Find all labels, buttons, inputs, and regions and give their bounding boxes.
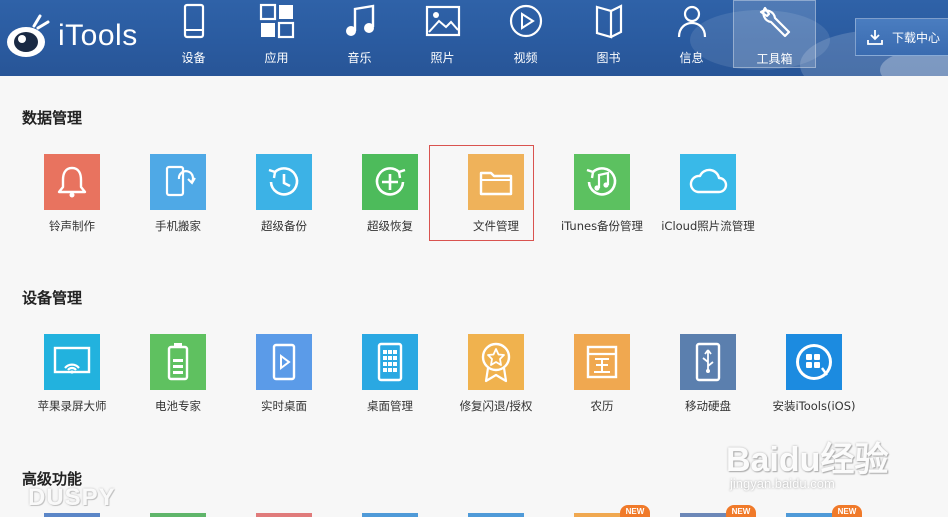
tool-label: 铃声制作 [49, 219, 95, 233]
screen-mirror-icon [44, 334, 100, 390]
nav-label: 图书 [596, 51, 621, 65]
folder-icon [468, 154, 524, 210]
download-icon [867, 30, 883, 45]
tool-label: iCloud照片流管理 [661, 219, 755, 233]
nav-video[interactable]: 视频 [484, 0, 567, 70]
nav-photos[interactable]: 照片 [401, 0, 484, 70]
play-circle-icon [509, 4, 542, 38]
tool-label: 超级恢复 [367, 219, 413, 233]
baidu-watermark: Baidu经验 jingyan.baidu.com [726, 418, 916, 508]
tool-install-itools-ios[interactable]: 安装iTools(iOS) [762, 334, 866, 414]
tool-label: 修复闪退/授权 [459, 399, 533, 413]
nav-label: 音乐 [347, 51, 372, 65]
section-title-device-management: 设备管理 [22, 289, 83, 307]
photo-icon [425, 5, 460, 37]
tool-realtime-desktop[interactable]: 实时桌面 [232, 334, 336, 414]
phone-icon [183, 3, 204, 39]
badge-star-icon [468, 334, 524, 390]
advanced-tool-tile[interactable] [468, 513, 524, 517]
section-title-data-management: 数据管理 [22, 109, 83, 127]
music-note-icon [345, 4, 374, 36]
advanced-tool-tile[interactable] [256, 513, 312, 517]
app-name: iTools [58, 19, 138, 52]
tool-super-restore[interactable]: 超级恢复 [338, 154, 442, 234]
baidu-watermark-url: jingyan.baidu.com [730, 476, 835, 491]
advanced-tool-tile[interactable] [362, 513, 418, 517]
tool-label: 超级备份 [261, 219, 307, 233]
desktop-grid-icon [362, 334, 418, 390]
person-icon [677, 5, 706, 38]
nav-label: 信息 [679, 51, 704, 65]
tool-lunar-calendar[interactable]: 农历 [550, 334, 654, 414]
tool-itunes-backup[interactable]: iTunes备份管理 [550, 154, 654, 234]
tool-screen-recorder[interactable]: 苹果录屏大师 [20, 334, 124, 414]
itools-logo-icon [4, 12, 52, 60]
nav-device[interactable]: 设备 [152, 0, 235, 70]
download-center-button[interactable]: 下载中心 [855, 18, 948, 56]
app-logo: iTools [4, 8, 154, 64]
tool-ringtone-maker[interactable]: 铃声制作 [20, 154, 124, 234]
tool-fix-crash[interactable]: 修复闪退/授权 [444, 334, 548, 414]
nav-label: 工具箱 [756, 52, 793, 66]
phone-transfer-icon [150, 154, 206, 210]
cloud-icon [680, 154, 736, 210]
wrench-icon [759, 6, 790, 38]
advanced-tool-tile[interactable] [150, 513, 206, 517]
advanced-tool-tile[interactable] [44, 513, 100, 517]
download-center-label: 下载中心 [892, 30, 941, 45]
tool-mobile-drive[interactable]: 移动硬盘 [656, 334, 760, 414]
tool-super-backup[interactable]: 超级备份 [232, 154, 336, 234]
tool-label: 手机搬家 [155, 219, 201, 233]
itools-app-icon [786, 334, 842, 390]
new-badge: NEW [620, 505, 650, 517]
bell-icon [44, 154, 100, 210]
nav-label: 设备 [181, 51, 206, 65]
battery-icon [150, 334, 206, 390]
tool-phone-transfer[interactable]: 手机搬家 [126, 154, 230, 234]
nav-label: 应用 [264, 51, 289, 65]
tool-label: iTunes备份管理 [560, 219, 644, 233]
tool-label: 电池专家 [155, 399, 201, 413]
tool-desktop-manager[interactable]: 桌面管理 [338, 334, 442, 414]
nav-toolbox[interactable]: 工具箱 [733, 0, 816, 68]
book-icon [595, 4, 622, 39]
tool-label: 桌面管理 [367, 399, 413, 413]
tool-label: 实时桌面 [261, 399, 307, 413]
nav-music[interactable]: 音乐 [318, 0, 401, 70]
nav-apps[interactable]: 应用 [235, 0, 318, 70]
tool-label: 安装iTools(iOS) [772, 399, 856, 413]
usb-drive-icon [680, 334, 736, 390]
realtime-desktop-icon [256, 334, 312, 390]
plus-restore-icon [362, 154, 418, 210]
nav-label: 照片 [430, 51, 455, 65]
top-bar: iTools 设备 应用 音乐 照片 视频 图书 信息 工具箱 下载中心 [0, 0, 948, 76]
nav-books[interactable]: 图书 [567, 0, 650, 70]
nav-label: 视频 [513, 51, 538, 65]
watermark-left: DUSPY [28, 484, 116, 511]
tool-label: 文件管理 [473, 219, 519, 233]
calendar-icon [574, 334, 630, 390]
clock-backup-icon [256, 154, 312, 210]
main-nav: 设备 应用 音乐 照片 视频 图书 信息 工具箱 [152, 0, 816, 76]
music-backup-icon [574, 154, 630, 210]
tool-battery-expert[interactable]: 电池专家 [126, 334, 230, 414]
nav-messages[interactable]: 信息 [650, 0, 733, 70]
tool-file-manager[interactable]: 文件管理 [444, 154, 548, 234]
baidu-watermark-logo: Baidu经验 [726, 441, 889, 479]
tool-icloud-photostream[interactable]: iCloud照片流管理 [656, 154, 760, 234]
tool-label: 农历 [590, 399, 614, 413]
apps-grid-icon [259, 3, 294, 39]
tool-label: 移动硬盘 [685, 399, 731, 413]
tool-label: 苹果录屏大师 [37, 399, 107, 413]
